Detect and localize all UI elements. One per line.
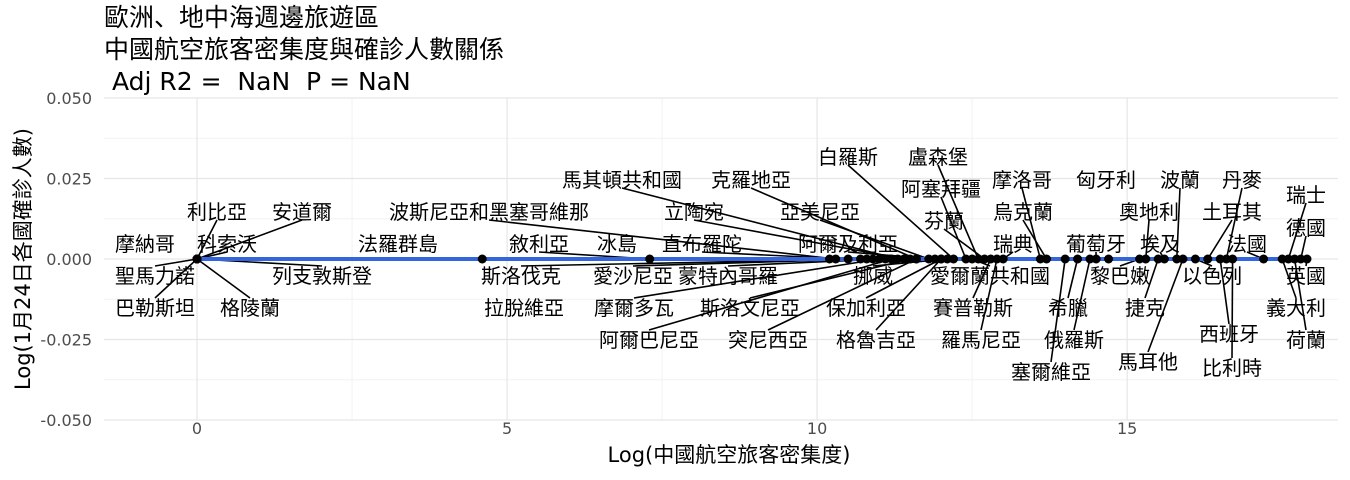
point-label: 愛爾蘭共和國 [930,264,1050,288]
point-label: 法國 [1227,232,1267,256]
point-label: 法羅群島 [358,232,438,256]
point-label: 俄羅斯 [1044,328,1104,352]
x-tick-label: 0 [192,419,202,438]
point-label: 荷蘭 [1286,328,1326,352]
point-label: 格陵蘭 [220,296,280,320]
point-label: 盧森堡 [908,145,968,169]
point-label: 斯洛文尼亞 [700,296,800,320]
y-axis-ticks: -0.050 -0.025 0.000 0.025 0.050 [40,89,92,430]
point-label: 塞爾維亞 [1011,360,1091,384]
y-tick-label: 0.025 [46,170,92,189]
point-label: 摩洛哥 [992,168,1052,192]
point-label: 利比亞 [187,200,247,224]
point-label: 聖馬力諾 [115,264,195,288]
point-label: 埃及 [1140,232,1180,256]
point-label: 芬蘭 [924,209,964,233]
point-label: 黎巴嫩 [1090,264,1150,288]
point-label: 土耳其 [1202,200,1262,224]
scatter-chart: -0.050 -0.025 0.000 0.025 0.050 0 5 10 15 摩納哥利比… [11,89,1338,467]
point-label: 立陶宛 [664,200,724,224]
point-label: 捷克 [1125,296,1165,320]
x-tick-label: 15 [1117,419,1137,438]
data-point [477,254,487,264]
point-label: 冰島 [597,232,637,256]
y-tick-label: -0.050 [40,411,92,430]
x-tick-label: 5 [502,419,512,438]
y-tick-label: 0.050 [46,89,92,108]
point-label: 葡萄牙 [1066,232,1126,256]
point-label: 斯洛伐克 [481,264,561,288]
point-label: 敘利亞 [509,232,569,256]
label-leader-line [196,258,251,299]
point-label: 馬耳他 [1118,350,1178,374]
point-label: 阿爾巴尼亞 [599,328,699,352]
data-point [942,254,952,264]
x-axis-ticks: 0 5 10 15 [192,419,1137,438]
data-point [967,254,977,264]
point-label: 愛沙尼亞 [593,264,673,288]
point-label: 蒙特內哥羅 [678,264,778,288]
point-labels: 摩納哥利比亞 安道爾科索沃聖馬力諾 列支敦斯登巴勒斯坦 格陵蘭 法羅群島 波斯尼亞和黑塞哥… [115,145,1326,384]
point-label: 突尼西亞 [728,328,808,352]
point-label: 義大利 [1266,296,1326,320]
label-leader-line [1067,258,1079,299]
point-label: 瑞士 [1286,183,1326,207]
point-label: 安道爾 [272,200,332,224]
y-tick-label: -0.025 [40,331,92,350]
point-label: 阿爾及利亞 [798,232,898,256]
point-label: 直布羅陀 [662,232,742,256]
point-label: 瑞典 [993,232,1033,256]
point-label: 白羅斯 [818,145,878,169]
point-label: 摩爾多瓦 [594,296,674,320]
point-label: 英國 [1286,264,1326,288]
point-label: 以色列 [1182,264,1242,288]
data-point [1302,254,1312,264]
point-label: 波斯尼亞和黑塞哥維那 [389,200,589,224]
point-label: 克羅地亞 [711,168,791,192]
point-label: 希臘 [1048,296,1088,320]
point-label: 科索沃 [197,232,257,256]
x-axis-label: Log(中國航空旅客密集度) [608,443,851,467]
point-label: 波蘭 [1160,168,1200,192]
x-tick-label: 10 [807,419,827,438]
data-point [1035,254,1045,264]
data-point [1190,254,1200,264]
data-point [1203,254,1213,264]
point-label: 烏克蘭 [993,200,1053,224]
point-label: 阿塞拜疆 [901,177,981,201]
point-label: 摩納哥 [115,232,175,256]
y-tick-label: 0.000 [46,250,92,269]
point-label: 賽普勒斯 [933,296,1013,320]
point-label: 列支敦斯登 [272,264,372,288]
point-label: 丹麥 [1222,168,1262,192]
point-label: 比利時 [1202,356,1262,380]
point-label: 西班牙 [1199,322,1259,346]
point-label: 匈牙利 [1076,168,1136,192]
point-label: 亞美尼亞 [780,200,860,224]
point-label: 拉脫維亞 [484,296,564,320]
point-label: 馬其頓共和國 [562,168,682,192]
point-label: 巴勒斯坦 [115,296,195,320]
point-label: 保加利亞 [826,296,906,320]
y-axis-label: Log(1月24日各國確診人數) [11,128,35,390]
point-label: 羅馬尼亞 [941,328,1021,352]
point-label: 德國 [1286,216,1326,240]
data-point [911,254,921,264]
data-point [645,254,655,264]
point-label: 挪威 [853,264,893,288]
point-label: 格魯吉亞 [836,328,916,352]
point-label: 奧地利 [1119,200,1179,224]
